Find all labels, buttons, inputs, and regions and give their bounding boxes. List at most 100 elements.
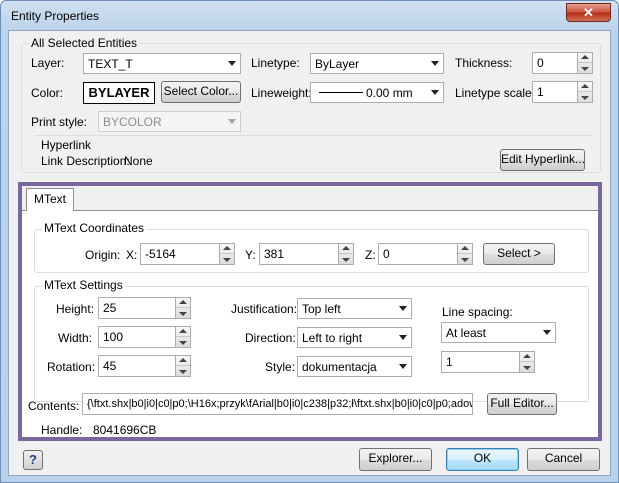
linetype-select[interactable]: ByLayer xyxy=(310,53,444,74)
color-label: Color: xyxy=(31,86,64,100)
z-label: Z: xyxy=(365,248,376,262)
spin-down-icon[interactable] xyxy=(520,362,534,372)
line-spacing-label: Line spacing: xyxy=(442,305,513,319)
height-label: Height: xyxy=(56,302,95,316)
layer-value: TEXT_T xyxy=(88,57,133,71)
linetype-scale-input[interactable]: 1 xyxy=(532,81,578,103)
origin-x-spinner[interactable] xyxy=(219,243,235,265)
select-origin-button[interactable]: Select > xyxy=(483,243,555,265)
direction-select[interactable]: Left to right xyxy=(297,327,412,348)
justification-label: Justification: xyxy=(231,302,298,316)
justification-value: Top left xyxy=(302,302,341,316)
chevron-down-icon xyxy=(399,306,407,311)
print-style-select[interactable]: BYCOLOR xyxy=(98,111,241,132)
hyperlink-label: Hyperlink xyxy=(41,138,92,152)
style-label: Style: xyxy=(265,360,296,374)
width-spinner[interactable] xyxy=(175,326,191,348)
contents-label: Contents: xyxy=(28,399,80,413)
spin-up-icon[interactable] xyxy=(176,298,190,308)
direction-value: Left to right xyxy=(302,331,363,345)
spin-up-icon[interactable] xyxy=(176,327,190,337)
chevron-down-icon xyxy=(431,90,439,95)
layer-label: Layer: xyxy=(31,56,65,70)
handle-value: 8041696CB xyxy=(93,423,157,437)
cancel-button[interactable]: Cancel xyxy=(527,448,600,471)
chevron-down-icon xyxy=(399,364,407,369)
chevron-down-icon xyxy=(228,61,236,66)
tab-mtext[interactable]: MText xyxy=(26,188,75,211)
linetype-label: Linetype: xyxy=(251,56,300,70)
lineweight-line-icon xyxy=(319,92,363,93)
spin-down-icon[interactable] xyxy=(458,254,472,264)
window-title: Entity Properties xyxy=(11,9,100,23)
full-editor-button[interactable]: Full Editor... xyxy=(487,393,557,415)
dialog-body: All Selected Entities Layer: TEXT_T Line… xyxy=(8,30,611,476)
line-spacing-factor-spinner[interactable] xyxy=(519,351,535,373)
spin-up-icon[interactable] xyxy=(520,352,534,362)
title-bar: Entity Properties ✕ xyxy=(1,1,618,31)
height-input[interactable]: 25 xyxy=(98,297,176,319)
print-style-value: BYCOLOR xyxy=(103,115,162,129)
linetype-scale-spinner[interactable] xyxy=(577,81,593,103)
width-label: Width: xyxy=(58,331,93,345)
spin-up-icon[interactable] xyxy=(339,244,353,254)
justification-select[interactable]: Top left xyxy=(297,298,412,319)
edit-hyperlink-button[interactable]: Edit Hyperlink... xyxy=(500,149,585,171)
origin-x-input[interactable]: -5164 xyxy=(140,243,220,265)
lineweight-select[interactable]: 0.00 mm xyxy=(310,82,444,103)
origin-y-input[interactable]: 381 xyxy=(259,243,339,265)
rotation-input[interactable]: 45 xyxy=(98,355,176,377)
thickness-label: Thickness: xyxy=(455,56,513,70)
style-select[interactable]: dokumentacja xyxy=(297,356,412,377)
rotation-label: Rotation: xyxy=(47,360,96,374)
spin-up-icon[interactable] xyxy=(458,244,472,254)
linetype-scale-label: Linetype scale: xyxy=(455,86,536,100)
thickness-spinner[interactable] xyxy=(577,52,593,74)
print-style-label: Print style: xyxy=(31,115,88,129)
direction-label: Direction: xyxy=(245,331,296,345)
rotation-spinner[interactable] xyxy=(175,355,191,377)
spin-up-icon[interactable] xyxy=(578,53,592,63)
spin-up-icon[interactable] xyxy=(578,82,592,92)
explorer-button[interactable]: Explorer... xyxy=(359,448,432,471)
origin-z-spinner[interactable] xyxy=(457,243,473,265)
spin-down-icon[interactable] xyxy=(578,92,592,102)
mtext-tab-content: MText Coordinates Origin: X: -5164 Y: 38… xyxy=(22,210,598,437)
spin-down-icon[interactable] xyxy=(578,63,592,73)
line-spacing-factor-input[interactable]: 1 xyxy=(441,351,520,373)
spin-down-icon[interactable] xyxy=(176,366,190,376)
color-swatch: BYLAYER xyxy=(83,82,155,104)
chevron-down-icon xyxy=(228,119,236,124)
spin-down-icon[interactable] xyxy=(176,337,190,347)
lineweight-label: Lineweight: xyxy=(251,86,312,100)
link-description-value: None xyxy=(124,154,153,168)
entity-properties-window: Entity Properties ✕ All Selected Entitie… xyxy=(0,0,619,483)
chevron-down-icon xyxy=(431,61,439,66)
link-description-label: Link Description: xyxy=(41,154,130,168)
spin-up-icon[interactable] xyxy=(176,356,190,366)
mtext-coordinates-title: MText Coordinates xyxy=(42,221,147,235)
origin-z-input[interactable]: 0 xyxy=(378,243,458,265)
chevron-down-icon xyxy=(399,335,407,340)
origin-y-spinner[interactable] xyxy=(338,243,354,265)
spin-down-icon[interactable] xyxy=(176,308,190,318)
style-value: dokumentacja xyxy=(302,360,377,374)
x-label: X: xyxy=(126,248,138,262)
select-color-button[interactable]: Select Color... xyxy=(161,81,241,103)
line-spacing-select[interactable]: At least xyxy=(441,322,556,343)
lineweight-value: 0.00 mm xyxy=(366,86,413,100)
width-input[interactable]: 100 xyxy=(98,326,176,348)
mtext-tab-panel: MText MText Coordinates Origin: X: -5164… xyxy=(18,182,602,441)
close-icon[interactable]: ✕ xyxy=(566,3,611,22)
spin-down-icon[interactable] xyxy=(339,254,353,264)
ok-button[interactable]: OK xyxy=(446,448,519,471)
layer-select[interactable]: TEXT_T xyxy=(83,53,241,74)
spin-up-icon[interactable] xyxy=(220,244,234,254)
spin-down-icon[interactable] xyxy=(220,254,234,264)
thickness-input[interactable]: 0 xyxy=(532,52,578,74)
mtext-settings-title: MText Settings xyxy=(42,278,125,292)
height-spinner[interactable] xyxy=(175,297,191,319)
help-button[interactable]: ? xyxy=(23,450,43,470)
contents-input[interactable]: {\ftxt.shx|b0|i0|c0|p0;\H16x;przyk\fAria… xyxy=(82,393,473,415)
chevron-down-icon xyxy=(543,330,551,335)
